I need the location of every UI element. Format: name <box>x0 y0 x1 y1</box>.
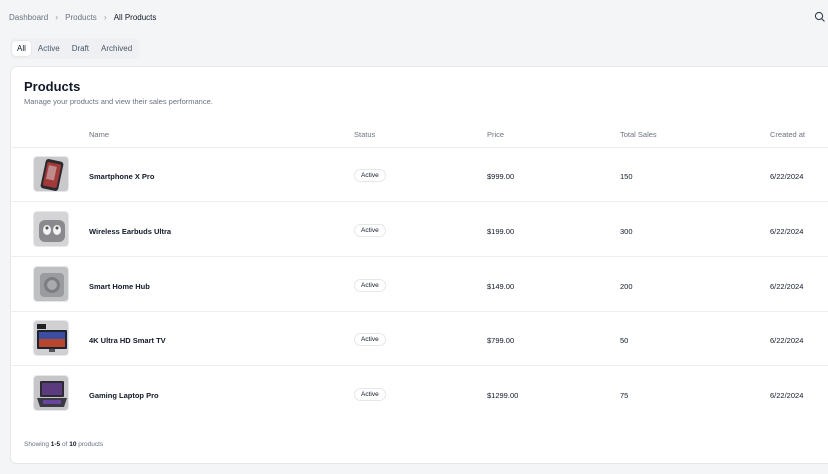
product-sales: 50 <box>620 336 629 345</box>
product-price: $1299.00 <box>487 391 519 400</box>
product-price: $149.00 <box>487 282 515 291</box>
product-price: $799.00 <box>487 336 515 345</box>
product-price: $999.00 <box>487 172 515 181</box>
product-name[interactable]: 4K Ultra HD Smart TV <box>89 336 166 345</box>
product-image-smart-home-hub <box>33 266 69 302</box>
status-badge: Active <box>354 279 386 292</box>
page-description: Manage your products and view their sale… <box>24 97 213 106</box>
tab-draft[interactable]: Draft <box>67 41 94 56</box>
footer-of: of <box>61 441 68 448</box>
footer-suffix: products <box>78 441 104 448</box>
product-sales: 300 <box>620 227 633 236</box>
status-tabs: All Active Draft Archived <box>10 38 140 59</box>
tab-all[interactable]: All <box>12 41 31 56</box>
chevron-right-icon: › <box>103 12 107 22</box>
top-bar: Dashboard › Products › All Products <box>0 0 828 34</box>
product-image-smart-tv <box>33 320 69 356</box>
status-badge: Active <box>354 224 386 237</box>
table-row[interactable]: Smart Home Hub Active $149.00 200 6/22/2… <box>11 258 828 312</box>
column-header-created-at[interactable]: Created at <box>770 130 805 139</box>
product-image-gaming-laptop <box>33 375 69 411</box>
table-row[interactable]: Wireless Earbuds Ultra Active $199.00 30… <box>11 203 828 257</box>
product-name[interactable]: Smartphone X Pro <box>89 172 154 181</box>
product-price: $199.00 <box>487 227 515 236</box>
chevron-right-icon: › <box>55 12 59 22</box>
product-name[interactable]: Gaming Laptop Pro <box>89 391 159 400</box>
column-header-price[interactable]: Price <box>487 130 504 139</box>
status-badge: Active <box>354 333 386 346</box>
table-row[interactable]: Smartphone X Pro Active $999.00 150 6/22… <box>11 148 828 202</box>
product-sales: 75 <box>620 391 629 400</box>
product-created-at: 6/22/2024 <box>770 282 804 291</box>
page-title: Products <box>24 79 81 94</box>
product-name[interactable]: Wireless Earbuds Ultra <box>89 227 171 236</box>
tab-active[interactable]: Active <box>33 41 65 56</box>
breadcrumb-products[interactable]: Products <box>65 13 97 22</box>
status-badge: Active <box>354 388 386 401</box>
footer-range: 1-5 <box>50 441 61 448</box>
product-image-smartphone <box>33 156 69 192</box>
search-icon[interactable] <box>814 11 826 23</box>
product-name[interactable]: Smart Home Hub <box>89 282 150 291</box>
column-header-total-sales[interactable]: Total Sales <box>620 130 657 139</box>
product-image-earbuds <box>33 211 69 247</box>
breadcrumb-dashboard[interactable]: Dashboard <box>9 13 48 22</box>
tab-archived[interactable]: Archived <box>96 41 137 56</box>
table-row[interactable]: 4K Ultra HD Smart TV Active $799.00 50 6… <box>11 312 828 366</box>
column-header-name[interactable]: Name <box>89 130 109 139</box>
footer-total: 10 <box>69 441 77 448</box>
product-created-at: 6/22/2024 <box>770 227 804 236</box>
product-created-at: 6/22/2024 <box>770 391 804 400</box>
product-sales: 200 <box>620 282 633 291</box>
status-badge: Active <box>354 169 386 182</box>
products-card: Products Manage your products and view t… <box>10 66 828 464</box>
pagination-summary: Showing 1-5 of 10 products <box>24 441 103 448</box>
product-created-at: 6/22/2024 <box>770 172 804 181</box>
column-header-status[interactable]: Status <box>354 130 375 139</box>
product-sales: 150 <box>620 172 633 181</box>
footer-prefix: Showing <box>24 441 49 448</box>
breadcrumb-all-products: All Products <box>113 12 157 22</box>
product-created-at: 6/22/2024 <box>770 336 804 345</box>
table-row[interactable]: Gaming Laptop Pro Active $1299.00 75 6/2… <box>11 367 828 421</box>
